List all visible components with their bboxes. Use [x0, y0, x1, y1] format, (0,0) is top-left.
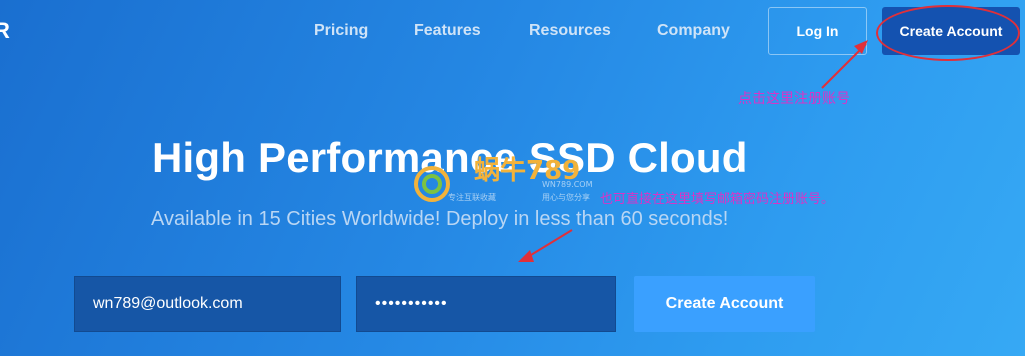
hero-title: High Performance SSD Cloud: [152, 134, 748, 181]
nav-company[interactable]: Company: [657, 22, 730, 40]
password-field[interactable]: •••••••••••: [356, 276, 616, 332]
annotation-top-note: 点击这里注册账号: [738, 91, 850, 107]
login-button[interactable]: Log In: [768, 7, 867, 55]
hero-subtitle: Available in 15 Cities Worldwide! Deploy…: [151, 208, 729, 230]
create-account-button[interactable]: Create Account: [634, 276, 815, 332]
watermark-tagline-2: 用心与您分享: [542, 193, 590, 202]
nav-features[interactable]: Features: [414, 22, 481, 40]
arrow-to-form: [525, 229, 573, 259]
arrow-head-form: [518, 250, 534, 262]
email-field[interactable]: wn789@outlook.com: [74, 276, 341, 332]
create-account-top-button[interactable]: Create Account: [882, 7, 1020, 55]
nav-resources[interactable]: Resources: [529, 22, 611, 40]
watermark-tagline-1: 专注互联收藏: [448, 193, 496, 202]
annotation-form-note: 也可直接在这里填写邮箱密码注册账号。: [600, 192, 835, 207]
logo[interactable]: R: [0, 18, 10, 44]
nav-pricing[interactable]: Pricing: [314, 22, 368, 40]
